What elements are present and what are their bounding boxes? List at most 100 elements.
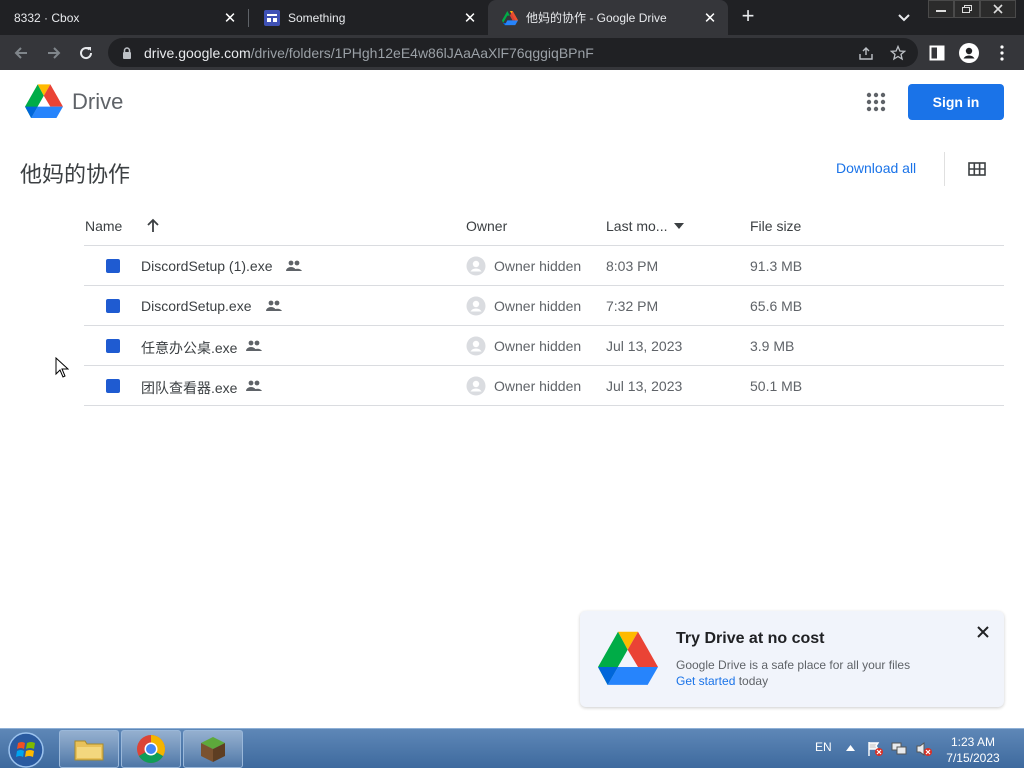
tab-title: Something — [288, 10, 346, 25]
owner-avatar-icon — [466, 376, 486, 396]
column-name[interactable]: Name — [85, 218, 122, 234]
arrow-left-icon — [14, 47, 27, 59]
close-window-button[interactable] — [980, 0, 1016, 18]
file-row[interactable]: DiscordSetup (1).exe Owner hidden 8:03 P… — [84, 246, 1004, 286]
shared-people-icon — [246, 380, 262, 391]
chevron-down-icon[interactable] — [894, 9, 914, 27]
file-row[interactable]: DiscordSetup.exe Owner hidden 7:32 PM 65… — [84, 286, 1004, 326]
close-icon[interactable]: ✕ — [462, 10, 478, 27]
get-started-link[interactable]: Get started — [676, 674, 735, 688]
caret-down-icon[interactable] — [674, 223, 684, 229]
clock-date: 7/15/2023 — [946, 751, 1000, 765]
clock[interactable]: 1:23 AM 7/15/2023 — [940, 734, 1006, 766]
drive-favicon-icon — [502, 10, 518, 25]
file-modified: Jul 13, 2023 — [606, 338, 683, 354]
drive-logo-icon[interactable] — [25, 84, 63, 118]
google-apps-icon[interactable] — [866, 92, 886, 112]
share-icon[interactable] — [858, 45, 874, 61]
language-indicator[interactable]: EN — [815, 740, 832, 754]
taskbar: EN 1:23 AM 7/15/2023 — [0, 728, 1024, 768]
promo-cta-line: Get started today — [676, 674, 768, 688]
drive-brand-text[interactable]: Drive — [72, 89, 123, 115]
exe-file-icon — [106, 379, 120, 393]
file-list: Name Owner Last mo... File size DiscordS… — [84, 206, 1004, 406]
taskbar-explorer[interactable] — [59, 730, 119, 768]
sign-in-button[interactable]: Sign in — [908, 84, 1004, 120]
chevron-up-icon[interactable] — [846, 745, 855, 751]
clock-time: 1:23 AM — [950, 735, 996, 749]
restore-button[interactable] — [954, 0, 980, 18]
shared-people-icon — [246, 340, 262, 351]
grid-view-icon[interactable] — [968, 162, 986, 176]
promo-suffix: today — [735, 674, 769, 688]
url-text: drive.google.com/drive/folders/1PHgh12eE… — [144, 45, 594, 61]
taskbar-minecraft[interactable] — [183, 730, 243, 768]
file-size: 91.3 MB — [750, 258, 803, 274]
reload-button[interactable] — [74, 41, 98, 65]
promo-title: Try Drive at no cost — [676, 630, 825, 647]
close-icon[interactable]: ✕ — [222, 10, 238, 27]
volume-muted-icon[interactable] — [915, 741, 933, 757]
file-name[interactable]: 团队查看器.exe — [141, 378, 237, 398]
profile-avatar-icon — [959, 43, 979, 63]
file-name[interactable]: DiscordSetup (1).exe — [141, 258, 273, 274]
tab-google-drive[interactable]: 他妈的协作 - Google Drive ✕ — [488, 0, 728, 35]
action-center-flag-icon[interactable] — [866, 741, 884, 757]
file-modified: 8:03 PM — [606, 258, 659, 274]
forward-button[interactable] — [42, 41, 66, 65]
folder-icon — [74, 740, 104, 761]
minimize-icon — [936, 10, 946, 12]
new-tab-button[interactable]: + — [736, 5, 760, 29]
profile-button[interactable] — [959, 43, 979, 63]
owner-avatar-icon — [466, 256, 486, 276]
restore-icon — [962, 5, 972, 13]
try-drive-promo: Try Drive at no cost Google Drive is a s… — [580, 611, 1004, 707]
list-header: Name Owner Last mo... File size — [84, 206, 1004, 246]
menu-button[interactable] — [992, 43, 1012, 63]
exe-file-icon — [106, 339, 120, 353]
exe-file-icon — [106, 259, 120, 273]
file-size: 50.1 MB — [750, 378, 803, 394]
file-modified: 7:32 PM — [606, 298, 659, 314]
side-panel-icon — [929, 45, 945, 61]
file-modified: Jul 13, 2023 — [606, 378, 683, 394]
mouse-cursor-icon — [55, 357, 69, 378]
network-icon[interactable] — [891, 741, 909, 757]
chrome-icon — [137, 735, 165, 763]
column-owner: Owner — [466, 218, 508, 234]
arrow-up-icon[interactable] — [146, 218, 160, 234]
tab-something[interactable]: Something ✕ — [250, 0, 488, 35]
file-owner: Owner hidden — [494, 298, 582, 314]
taskbar-chrome[interactable] — [121, 730, 181, 768]
close-icon[interactable]: ✕ — [702, 10, 718, 27]
star-icon[interactable] — [890, 45, 906, 61]
address-bar[interactable]: drive.google.com/drive/folders/1PHgh12eE… — [108, 38, 918, 67]
url-path: /drive/folders/1PHgh12eE4w86lJAaAaXlF76q… — [250, 44, 594, 61]
back-button[interactable] — [9, 41, 33, 65]
tab-cbox[interactable]: 8332 · Cbox ✕ — [0, 0, 248, 35]
tab-strip: 8332 · Cbox ✕ Something ✕ 他妈的协作 - Google… — [0, 0, 1024, 35]
owner-avatar-icon — [466, 296, 486, 316]
promo-body: Google Drive is a safe place for all you… — [676, 658, 911, 672]
exe-file-icon — [106, 299, 120, 313]
download-all-button[interactable]: Download all — [836, 160, 916, 176]
shared-people-icon — [286, 260, 302, 271]
close-icon[interactable] — [976, 625, 990, 639]
file-row[interactable]: 团队查看器.exe Owner hidden Jul 13, 2023 50.1… — [84, 366, 1004, 406]
file-name[interactable]: 任意办公桌.exe — [141, 338, 237, 358]
side-panel-button[interactable] — [927, 43, 947, 63]
file-row[interactable]: 任意办公桌.exe Owner hidden Jul 13, 2023 3.9 … — [84, 326, 1004, 366]
column-file-size: File size — [750, 218, 802, 234]
folder-title: 他妈的协作 — [20, 162, 131, 187]
browser-toolbar: drive.google.com/drive/folders/1PHgh12eE… — [0, 35, 1024, 70]
start-button-icon[interactable] — [6, 731, 46, 768]
drive-header: Drive Sign in — [0, 70, 1024, 134]
arrow-right-icon — [48, 47, 61, 59]
file-name[interactable]: DiscordSetup.exe — [141, 298, 252, 314]
column-last-modified[interactable]: Last mo... — [606, 218, 667, 234]
url-host: drive.google.com — [144, 44, 251, 61]
lock-icon — [123, 46, 131, 59]
owner-avatar-icon — [466, 336, 486, 356]
kebab-menu-icon — [1000, 45, 1004, 61]
minimize-button[interactable] — [928, 0, 954, 18]
